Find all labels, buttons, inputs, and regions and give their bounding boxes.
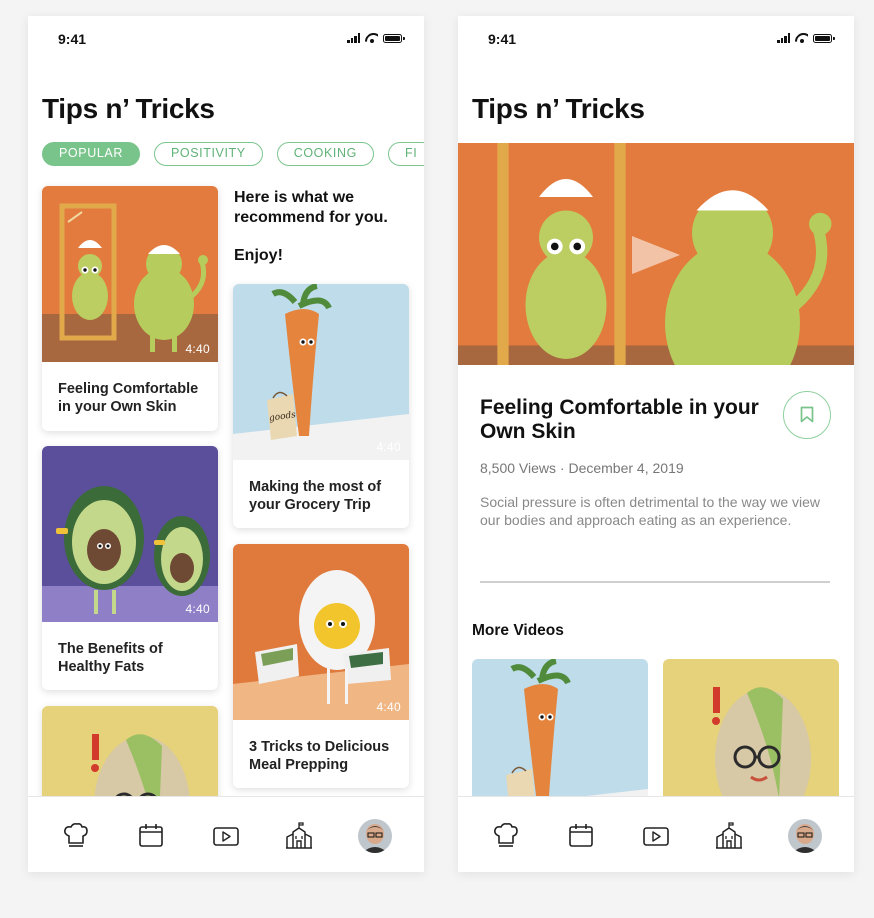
status-time: 9:41 <box>488 31 517 47</box>
video-thumbnail: goods 4:40 <box>233 284 409 460</box>
school-icon[interactable] <box>714 821 744 851</box>
battery-icon <box>813 34 835 43</box>
divider <box>480 581 830 583</box>
more-videos-heading: More Videos <box>472 622 564 639</box>
carrot-illustration <box>472 659 648 809</box>
video-description: Social pressure is often detrimental to … <box>480 494 821 528</box>
pears-illustration <box>42 186 218 362</box>
video-card[interactable]: 4:40 The Benefits of Healthy Fats <box>42 446 218 690</box>
more-video-card[interactable] <box>663 659 839 809</box>
bottom-tab-bar <box>28 796 424 872</box>
video-detail-screen: 9:41 Tips n’ Tricks Feeling Comfortable … <box>458 16 854 872</box>
video-duration: 4:40 <box>185 602 210 616</box>
video-card[interactable]: 4:40 3 Tricks to Delicious Meal Prepping <box>233 544 409 788</box>
video-title: Feeling Comfortable in your Own Skin <box>58 381 199 415</box>
pistachio-illustration <box>663 659 839 809</box>
filter-chip-positivity[interactable]: POSITIVITY <box>153 142 263 166</box>
carrot-illustration <box>233 284 409 460</box>
video-duration: 4:40 <box>185 342 210 356</box>
video-meta: 8,500 Views · December 4, 2019 <box>480 460 684 476</box>
video-card[interactable]: 4:40 Feeling Comfortable in your Own Ski… <box>42 186 218 431</box>
video-icon[interactable] <box>211 821 241 851</box>
video-card[interactable]: goods 4:40 Making the most of your Groce… <box>233 284 409 528</box>
video-title: Making the most of your Grocery Trip <box>249 479 382 513</box>
filter-chip-more[interactable]: FI <box>387 142 424 166</box>
status-bar: 9:41 <box>28 16 424 62</box>
video-title: 3 Tricks to Delicious Meal Prepping <box>249 739 390 773</box>
filter-chip-popular[interactable]: POPULAR <box>42 142 140 166</box>
video-title: The Benefits of Healthy Fats <box>58 641 163 675</box>
feed-screen: 9:41 Tips n’ Tricks POPULAR POSITIVITY C… <box>28 16 424 872</box>
avatar[interactable] <box>788 819 822 853</box>
video-thumbnail: 4:40 <box>233 544 409 720</box>
status-time: 9:41 <box>58 31 87 47</box>
avocado-illustration <box>42 446 218 622</box>
video-icon[interactable] <box>641 821 671 851</box>
status-icons <box>777 33 835 43</box>
chef-hat-icon[interactable] <box>491 821 521 851</box>
signal-icon <box>347 33 360 43</box>
wifi-icon <box>365 33 378 43</box>
bottom-tab-bar <box>458 796 854 872</box>
recommendation-line: Here is what we recommend for you. <box>234 189 388 226</box>
play-icon[interactable] <box>628 232 684 278</box>
bookmark-icon <box>800 406 814 423</box>
signal-icon <box>777 33 790 43</box>
wifi-icon <box>795 33 808 43</box>
page-title: Tips n’ Tricks <box>42 93 215 124</box>
bookmark-button[interactable] <box>783 391 831 439</box>
status-bar: 9:41 <box>458 16 854 62</box>
calendar-icon[interactable] <box>566 821 596 851</box>
avatar[interactable] <box>358 819 392 853</box>
school-icon[interactable] <box>284 821 314 851</box>
egg-illustration <box>233 544 409 720</box>
recommendation-text: Here is what we recommend for you. Enjoy… <box>234 188 414 266</box>
page-title: Tips n’ Tricks <box>472 93 645 124</box>
enjoy-line: Enjoy! <box>234 247 283 264</box>
filter-chips: POPULAR POSITIVITY COOKING FI <box>42 142 424 166</box>
more-video-card[interactable] <box>472 659 648 809</box>
filter-chip-cooking[interactable]: COOKING <box>276 142 374 166</box>
video-player[interactable] <box>458 143 854 365</box>
video-thumbnail: 4:40 <box>42 446 218 622</box>
video-thumbnail: 4:40 <box>42 186 218 362</box>
status-icons <box>347 33 405 43</box>
chef-hat-icon[interactable] <box>61 821 91 851</box>
video-detail-title: Feeling Comfortable in your Own Skin <box>480 396 759 443</box>
battery-icon <box>383 34 405 43</box>
calendar-icon[interactable] <box>136 821 166 851</box>
video-duration: 4:40 <box>376 700 401 714</box>
video-duration: 4:40 <box>376 440 401 454</box>
